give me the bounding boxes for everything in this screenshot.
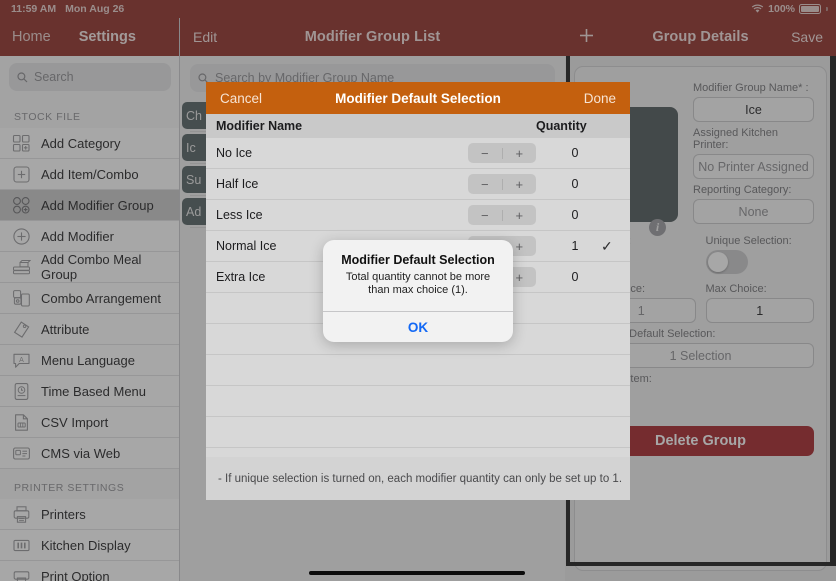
alert-ok-button[interactable]: OK	[323, 312, 513, 342]
quantity-stepper[interactable]: − +	[468, 205, 536, 225]
modal-table-header: Modifier Name Quantity	[206, 114, 630, 138]
increment-button[interactable]: +	[503, 208, 537, 223]
modal-title: Modifier Default Selection	[335, 90, 501, 106]
row-modifier-name: Normal Ice	[216, 239, 277, 253]
row-quantity-value: 0	[571, 177, 579, 191]
table-row[interactable]: Less Ice − + 0	[206, 200, 630, 231]
table-row[interactable]: No Ice − + 0	[206, 138, 630, 169]
row-quantity-value: 0	[571, 146, 579, 160]
row-modifier-name: Extra Ice	[216, 270, 266, 284]
row-quantity-value: 1	[571, 239, 579, 253]
row-modifier-name: No Ice	[216, 146, 253, 160]
app-screen: 11:59 AM Mon Aug 26 100% Home Settings S…	[0, 0, 836, 581]
row-quantity-value: 0	[571, 208, 579, 222]
modal-header: Cancel Modifier Default Selection Done	[206, 82, 630, 114]
decrement-button[interactable]: −	[468, 177, 502, 192]
row-selected-checkmark: ✓	[601, 237, 613, 254]
column-header-modifier-name: Modifier Name	[216, 119, 303, 133]
table-row[interactable]: Half Ice − + 0	[206, 169, 630, 200]
increment-button[interactable]: +	[503, 177, 537, 192]
home-indicator[interactable]	[309, 571, 525, 575]
modal-done-button[interactable]: Done	[584, 91, 616, 106]
row-quantity-value: 0	[571, 270, 579, 284]
table-empty-row	[206, 417, 630, 448]
table-empty-row	[206, 386, 630, 417]
quantity-stepper[interactable]: − +	[468, 174, 536, 194]
decrement-button[interactable]: −	[468, 146, 502, 161]
column-header-quantity: Quantity	[536, 119, 587, 133]
row-modifier-name: Less Ice	[216, 208, 263, 222]
alert-dialog: Modifier Default Selection Total quantit…	[323, 240, 513, 342]
alert-title: Modifier Default Selection	[341, 253, 495, 267]
increment-button[interactable]: +	[503, 146, 537, 161]
quantity-stepper[interactable]: − +	[468, 143, 536, 163]
modal-footer-note: - If unique selection is turned on, each…	[206, 457, 630, 500]
decrement-button[interactable]: −	[468, 208, 502, 223]
alert-message: Total quantity cannot be more than max c…	[345, 271, 491, 296]
row-modifier-name: Half Ice	[216, 177, 259, 191]
table-empty-row	[206, 355, 630, 386]
